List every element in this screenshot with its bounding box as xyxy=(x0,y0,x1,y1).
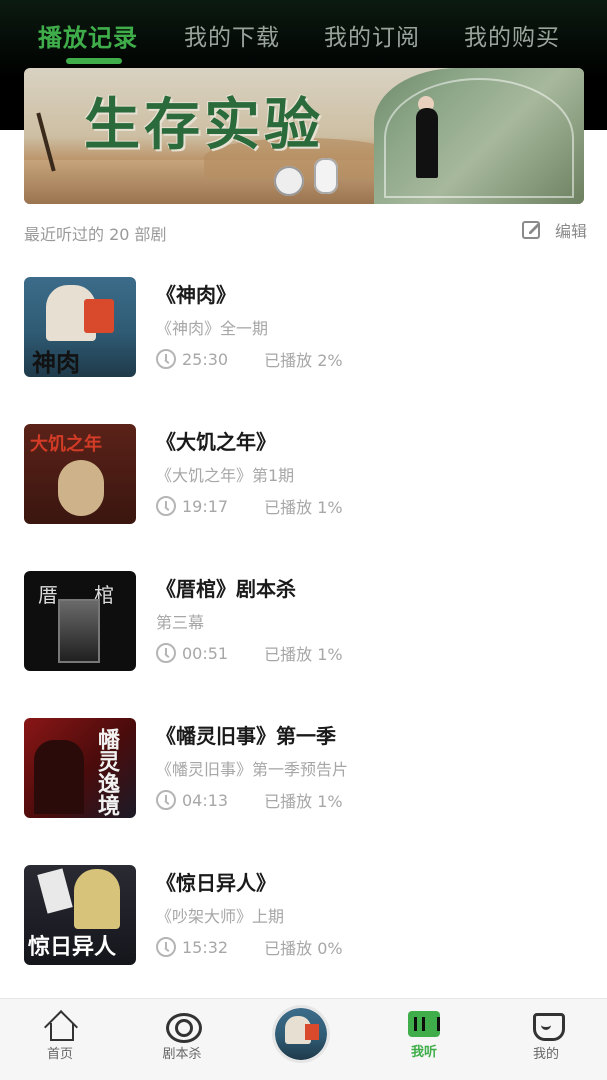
item-duration: 19:17 xyxy=(182,496,229,516)
banner-person xyxy=(416,108,438,178)
active-tab-indicator xyxy=(66,58,122,64)
tab-my-downloads[interactable]: 我的下载 xyxy=(184,18,280,52)
banner-astronaut-helmet xyxy=(274,166,304,196)
item-title: 《神肉》 xyxy=(156,283,236,307)
now-playing-bag xyxy=(305,1024,319,1040)
banner-glass-dome xyxy=(384,78,574,198)
item-played: 已播放 1% xyxy=(264,498,343,517)
home-icon xyxy=(45,1011,75,1041)
list-item[interactable]: 大饥之年 《大饥之年》 《大饥之年》第1期 19:17 已播放 1% xyxy=(0,424,607,544)
tab-play-history[interactable]: 播放记录 xyxy=(38,18,138,53)
cover-image: 大饥之年 xyxy=(24,424,136,524)
cover-text: 神肉 xyxy=(32,349,80,377)
item-subtitle: 《吵架大师》上期 xyxy=(156,907,285,926)
item-title: 《大饥之年》 xyxy=(156,430,276,454)
item-duration: 15:32 xyxy=(182,937,229,957)
recent-count-label: 最近听过的 20 部剧 xyxy=(24,225,167,244)
banner-title: 生存实验 xyxy=(84,93,324,158)
cover-text: 惊日异人 xyxy=(28,935,117,960)
item-meta: 25:30 已播放 2% xyxy=(156,347,343,371)
item-played: 已播放 1% xyxy=(264,645,343,664)
cover-card xyxy=(37,868,73,914)
cover-bag xyxy=(84,299,114,333)
item-meta: 19:17 已播放 1% xyxy=(156,494,343,518)
cover-image: 惊日异人 xyxy=(24,865,136,965)
edit-icon xyxy=(522,221,540,239)
target-icon xyxy=(166,1011,202,1043)
bottom-nav: 首页 剧本杀 我听 我的 xyxy=(0,998,607,1080)
cover-text: 幡灵逸境 xyxy=(94,728,119,816)
cover-figure xyxy=(74,869,120,929)
item-title: 《幡灵旧事》第一季 xyxy=(156,724,336,748)
item-meta: 04:13 已播放 1% xyxy=(156,788,343,812)
tab-my-subscriptions[interactable]: 我的订阅 xyxy=(324,18,420,52)
cover-figure xyxy=(34,740,84,814)
cover-image: 厝 棺 xyxy=(24,571,136,671)
nav-listen[interactable]: 我听 xyxy=(384,1011,464,1071)
list-item[interactable]: 神肉 《神肉》 《神肉》全一期 25:30 已播放 2% xyxy=(0,277,607,397)
item-title: 《厝棺》剧本杀 xyxy=(156,577,296,601)
edit-label: 编辑 xyxy=(555,222,588,241)
listen-icon xyxy=(408,1011,440,1037)
item-subtitle: 《大饥之年》第1期 xyxy=(156,466,295,485)
cover-text-left: 厝 xyxy=(38,583,58,607)
now-playing-button[interactable] xyxy=(272,1005,330,1063)
cover-figure xyxy=(58,460,104,516)
tab-my-purchases[interactable]: 我的购买 xyxy=(464,18,560,52)
cover-image: 幡灵逸境 xyxy=(24,718,136,818)
nav-home[interactable]: 首页 xyxy=(20,1011,100,1071)
tab-bar: 播放记录 我的下载 我的订阅 我的购买 xyxy=(0,18,607,62)
list-item[interactable]: 惊日异人 《惊日异人》 《吵架大师》上期 15:32 已播放 0% xyxy=(0,865,607,985)
item-played: 已播放 1% xyxy=(264,792,343,811)
list-item[interactable]: 幡灵逸境 《幡灵旧事》第一季 《幡灵旧事》第一季预告片 04:13 已播放 1% xyxy=(0,718,607,838)
item-played: 已播放 0% xyxy=(264,939,343,958)
item-subtitle: 第三幕 xyxy=(156,613,205,632)
cover-image: 神肉 xyxy=(24,277,136,377)
banner-astronaut xyxy=(314,158,338,194)
nav-listen-label: 我听 xyxy=(410,1045,437,1060)
cover-door xyxy=(58,599,100,663)
clock-icon xyxy=(156,790,176,810)
clock-icon xyxy=(156,496,176,516)
clock-icon xyxy=(156,349,176,369)
item-duration: 25:30 xyxy=(182,349,229,369)
edit-button[interactable]: 编辑 xyxy=(521,218,587,242)
item-meta: 15:32 已播放 0% xyxy=(156,935,343,959)
item-title: 《惊日异人》 xyxy=(156,871,276,895)
item-duration: 04:13 xyxy=(182,790,229,810)
nav-me[interactable]: 我的 xyxy=(506,1011,586,1071)
item-subtitle: 《幡灵旧事》第一季预告片 xyxy=(156,760,349,779)
me-icon xyxy=(531,1011,565,1041)
item-duration: 00:51 xyxy=(182,643,229,663)
nav-me-label: 我的 xyxy=(532,1047,559,1062)
item-played: 已播放 2% xyxy=(264,351,343,370)
list-item[interactable]: 厝 棺 《厝棺》剧本杀 第三幕 00:51 已播放 1% xyxy=(0,571,607,691)
nav-script-kill-label: 剧本杀 xyxy=(162,1047,202,1062)
item-subtitle: 《神肉》全一期 xyxy=(156,319,269,338)
clock-icon xyxy=(156,937,176,957)
item-meta: 00:51 已播放 1% xyxy=(156,641,343,665)
nav-script-kill[interactable]: 剧本杀 xyxy=(142,1011,222,1071)
nav-home-label: 首页 xyxy=(46,1047,73,1062)
promo-banner[interactable]: 生存实验 xyxy=(24,68,584,204)
clock-icon xyxy=(156,643,176,663)
cover-text: 大饥之年 xyxy=(30,434,102,455)
